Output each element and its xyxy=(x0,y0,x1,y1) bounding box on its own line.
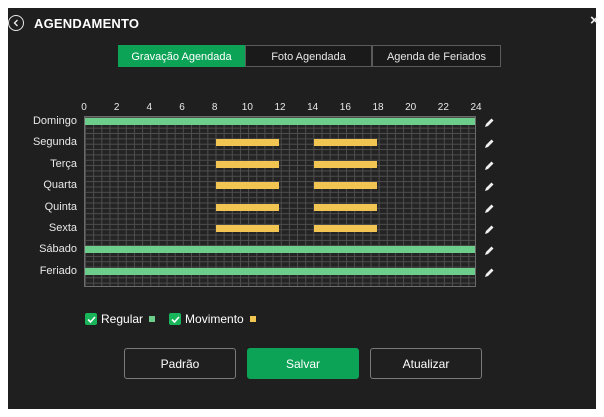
motion-recording-bar[interactable] xyxy=(313,203,377,211)
hour-label: 24 xyxy=(470,102,482,113)
motion-recording-bar[interactable] xyxy=(313,139,377,147)
edit-day-pencil-icon[interactable] xyxy=(483,137,495,149)
regular-color-swatch xyxy=(149,316,156,322)
default-button[interactable]: Padrão xyxy=(124,348,236,379)
hour-label: 2 xyxy=(113,102,120,113)
day-label: Sábado xyxy=(39,243,77,256)
day-label: Quinta xyxy=(44,200,77,213)
refresh-button[interactable]: Atualizar xyxy=(370,348,482,379)
schedule-grid[interactable] xyxy=(84,116,476,287)
hour-label: 22 xyxy=(437,102,449,113)
day-label: Sexta xyxy=(48,222,77,234)
edit-day-pencil-icon[interactable] xyxy=(483,244,495,256)
edit-day-pencil-icon[interactable] xyxy=(483,202,495,214)
edit-day-pencil-icon[interactable] xyxy=(483,159,495,171)
motion-recording-bar[interactable] xyxy=(215,182,279,190)
motion-recording-bar[interactable] xyxy=(313,160,377,168)
regular-checkbox[interactable] xyxy=(85,313,97,325)
hour-label: 16 xyxy=(339,102,351,113)
hour-label: 6 xyxy=(179,102,185,113)
hour-label: 12 xyxy=(274,102,286,113)
hour-label: 20 xyxy=(405,102,417,113)
motion-recording-bar[interactable] xyxy=(313,225,377,232)
motion-recording-bar[interactable] xyxy=(215,203,279,211)
hour-label: 8 xyxy=(211,102,218,113)
hour-label: 0 xyxy=(81,102,87,113)
save-button[interactable]: Salvar xyxy=(247,348,359,379)
day-label: Quarta xyxy=(43,179,77,192)
day-label: Domingo xyxy=(32,115,77,127)
edit-day-pencil-icon[interactable] xyxy=(483,180,495,192)
day-label: Terça xyxy=(50,157,77,170)
schedule-dialog: AGENDAMENTO × Gravação Agendada Foto Age… xyxy=(0,0,604,417)
hour-label: 4 xyxy=(146,102,153,113)
hour-label: 14 xyxy=(307,102,319,113)
movimento-checkbox[interactable] xyxy=(169,313,182,325)
legend: Regular Movimento xyxy=(85,312,270,326)
day-label: Segunda xyxy=(32,136,77,149)
day-label: Feriado xyxy=(39,264,77,277)
edit-day-pencil-icon[interactable] xyxy=(483,266,495,278)
motion-recording-bar[interactable] xyxy=(215,160,279,168)
motion-recording-bar[interactable] xyxy=(215,225,279,232)
hour-label: 18 xyxy=(372,102,384,113)
movimento-label: Movimento xyxy=(185,312,244,326)
edit-day-pencil-icon[interactable] xyxy=(483,116,495,128)
edit-day-pencil-icon[interactable] xyxy=(483,223,495,235)
regular-label: Regular xyxy=(101,312,144,326)
regular-recording-bar[interactable] xyxy=(85,118,475,125)
motion-recording-bar[interactable] xyxy=(313,182,377,190)
regular-recording-bar[interactable] xyxy=(85,267,475,275)
hour-label: 10 xyxy=(241,102,253,113)
motion-recording-bar[interactable] xyxy=(215,139,279,147)
movimento-color-swatch xyxy=(249,316,256,322)
regular-recording-bar[interactable] xyxy=(85,246,475,254)
